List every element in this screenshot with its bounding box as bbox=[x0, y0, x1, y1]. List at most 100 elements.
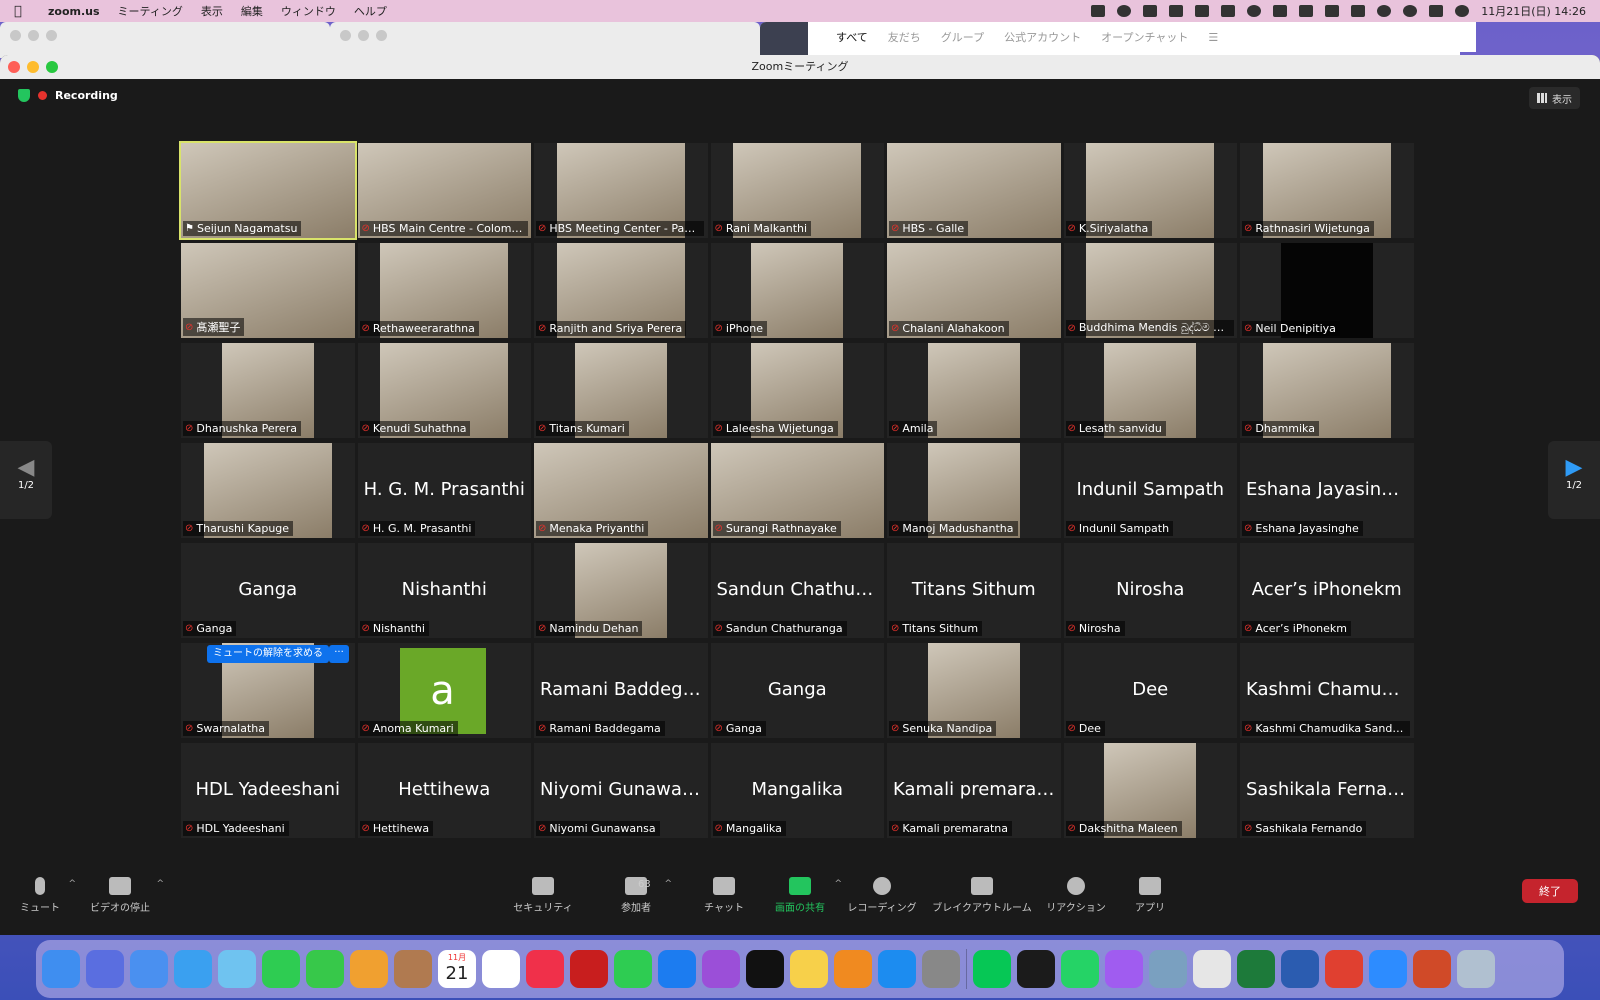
previous-page-button[interactable]: ◀ 1/2 bbox=[0, 441, 52, 519]
menu-view[interactable]: 表示 bbox=[201, 3, 223, 19]
dock-app-icon[interactable] bbox=[1017, 950, 1055, 988]
participant-tile[interactable]: Dee ⊘ Dee bbox=[1063, 643, 1237, 738]
participant-tile[interactable]: ⊘ HBS Meeting Center - Padu... bbox=[534, 143, 708, 238]
menu-window[interactable]: ウィンドウ bbox=[281, 3, 336, 19]
participant-tile[interactable]: ⊘ Rani Malkanthi bbox=[710, 143, 884, 238]
participant-tile[interactable]: Titans Sithum ⊘ Titans Sithum bbox=[887, 543, 1061, 638]
participant-tile[interactable]: ⊘ Kenudi Suhathna bbox=[357, 343, 531, 438]
siri-icon[interactable] bbox=[1455, 5, 1470, 17]
participant-tile[interactable]: ⊘ Laleesha Wijetunga bbox=[710, 343, 884, 438]
dock-app-icon[interactable] bbox=[1281, 950, 1319, 988]
dock-app-icon[interactable] bbox=[394, 950, 432, 988]
participant-tile[interactable]: Ganga ⊘ Ganga bbox=[181, 543, 355, 638]
battery-icon[interactable] bbox=[1325, 5, 1340, 17]
menu-meeting[interactable]: ミーティング bbox=[118, 3, 183, 19]
spotlight-search-icon[interactable] bbox=[1403, 5, 1418, 17]
participant-tile[interactable]: H. G. M. Prasanthi ⊘ H. G. M. Prasanthi bbox=[357, 443, 531, 538]
participants-button[interactable]: 参加者 63 ^ bbox=[614, 877, 672, 914]
screen-share-status-icon[interactable] bbox=[1143, 5, 1158, 17]
participant-tile[interactable]: Indunil Sampath ⊘ Indunil Sampath bbox=[1063, 443, 1237, 538]
participant-tile[interactable]: ⊘ K.Siriyalatha bbox=[1063, 143, 1237, 238]
dock-app-icon[interactable] bbox=[42, 950, 80, 988]
participant-tile[interactable]: Mangalika ⊘ Mangalika bbox=[710, 743, 884, 838]
play-icon[interactable] bbox=[1247, 5, 1262, 17]
dock-app-icon[interactable] bbox=[658, 950, 696, 988]
dock-app-icon[interactable] bbox=[570, 950, 608, 988]
apple-menu-icon[interactable]:  bbox=[14, 4, 34, 19]
dock-app-icon[interactable] bbox=[306, 950, 344, 988]
dock-app-icon[interactable] bbox=[790, 950, 828, 988]
time-machine-icon[interactable] bbox=[1377, 5, 1392, 17]
line-filter-icon[interactable]: ☰ bbox=[1208, 31, 1218, 44]
participant-tile[interactable]: HDL Yadeeshani ⊘ HDL Yadeeshani bbox=[181, 743, 355, 838]
screenshot-tool-icon[interactable] bbox=[1221, 5, 1236, 17]
menu-help[interactable]: ヘルプ bbox=[354, 3, 387, 19]
participant-tile[interactable]: Ganga ⊘ Ganga bbox=[710, 643, 884, 738]
participant-tile[interactable]: ⊘ Lesath sanvidu bbox=[1063, 343, 1237, 438]
dock-app-icon[interactable] bbox=[1413, 950, 1451, 988]
participant-tile[interactable]: Acer’s iPhonekm ⊘ Acer’s iPhonekm bbox=[1240, 543, 1414, 638]
apps-button[interactable]: アプリ bbox=[1132, 877, 1168, 914]
view-button[interactable]: 表示 bbox=[1529, 87, 1580, 109]
share-screen-button[interactable]: 画面の共有 ^ bbox=[772, 877, 842, 914]
participant-tile[interactable]: ⊘ Manoj Madushantha bbox=[887, 443, 1061, 538]
participant-tile[interactable]: Kashmi Chamudik... ⊘ Kashmi Chamudika Sand… bbox=[1240, 643, 1414, 738]
dock-app-icon[interactable] bbox=[878, 950, 916, 988]
menubar-clock[interactable]: 11月21日(日) 14:26 bbox=[1481, 3, 1586, 19]
encryption-shield-icon[interactable] bbox=[18, 89, 30, 102]
chat-button[interactable]: チャット bbox=[702, 877, 746, 914]
dock-app-icon[interactable] bbox=[174, 950, 212, 988]
chevron-up-icon[interactable]: ^ bbox=[68, 879, 76, 889]
chevron-up-icon[interactable]: ^ bbox=[156, 879, 164, 889]
participant-tile[interactable]: ⊘ 髙瀬聖子 bbox=[181, 243, 355, 338]
dock-app-icon[interactable] bbox=[1061, 950, 1099, 988]
mute-button[interactable]: ミュート ^ bbox=[18, 877, 76, 914]
dock-app-icon[interactable] bbox=[262, 950, 300, 988]
participant-tile[interactable]: Kamali premaratna ⊘ Kamali premaratna bbox=[887, 743, 1061, 838]
vpn-icon[interactable] bbox=[1169, 5, 1184, 17]
participant-tile[interactable]: ⊘ Amila bbox=[887, 343, 1061, 438]
participant-tile[interactable]: ⊘ HBS - Galle bbox=[887, 143, 1061, 238]
chevron-up-icon[interactable]: ^ bbox=[664, 879, 672, 889]
more-options-button[interactable]: ··· bbox=[329, 645, 349, 663]
dock-app-icon[interactable] bbox=[350, 950, 388, 988]
dock-app-icon[interactable] bbox=[526, 950, 564, 988]
dock-app-icon[interactable] bbox=[1149, 950, 1187, 988]
participant-tile[interactable]: ミュートの解除を求める ··· ⊘ Swarnalatha bbox=[181, 643, 355, 738]
participant-tile[interactable]: ⊘ Ranjith and Sriya Perera bbox=[534, 243, 708, 338]
breakout-rooms-button[interactable]: ブレイクアウトルーム bbox=[932, 877, 1032, 914]
participant-tile[interactable]: ⊘ Namindu Dehan bbox=[534, 543, 708, 638]
recording-button[interactable]: レコーディング bbox=[846, 877, 918, 914]
line-tab-groups[interactable]: グループ bbox=[941, 29, 984, 45]
dock-app-icon[interactable] bbox=[218, 950, 256, 988]
stop-video-button[interactable]: ビデオの停止 ^ bbox=[90, 877, 164, 914]
dock-app-icon[interactable] bbox=[86, 950, 124, 988]
participant-tile[interactable]: ⊘ Chalani Alahakoon bbox=[887, 243, 1061, 338]
zoom-title-bar[interactable]: Zoomミーティング bbox=[0, 55, 1600, 79]
reactions-button[interactable]: リアクション bbox=[1046, 877, 1106, 914]
close-window-icon[interactable] bbox=[8, 61, 20, 73]
creative-cloud-icon[interactable] bbox=[1117, 5, 1132, 17]
participant-tile[interactable]: Ramani Baddega... ⊘ Ramani Baddegama bbox=[534, 643, 708, 738]
dock-app-icon[interactable] bbox=[922, 950, 960, 988]
participant-tile[interactable]: Eshana Jayasinghe ⊘ Eshana Jayasinghe bbox=[1240, 443, 1414, 538]
menu-app-name[interactable]: zoom.us bbox=[48, 5, 100, 18]
participant-tile[interactable]: ⊘ Menaka Priyanthi bbox=[534, 443, 708, 538]
next-page-button[interactable]: ▶ 1/2 bbox=[1548, 441, 1600, 519]
participant-tile[interactable]: ⊘ Titans Kumari bbox=[534, 343, 708, 438]
minimize-window-icon[interactable] bbox=[27, 61, 39, 73]
participant-tile[interactable]: ⊘ HBS Main Centre - Colombo bbox=[357, 143, 531, 238]
participant-tile[interactable]: ⊘ Buddhima Mendis බුද්ධිම මෙ... bbox=[1063, 243, 1237, 338]
security-button[interactable]: セキュリティ bbox=[510, 877, 576, 914]
participant-tile[interactable]: ⊘ Dhammika bbox=[1240, 343, 1414, 438]
dock-app-icon[interactable] bbox=[1193, 950, 1231, 988]
dock-app-icon[interactable] bbox=[1105, 950, 1143, 988]
dock-app-icon[interactable] bbox=[1369, 950, 1407, 988]
participant-tile[interactable]: Hettihewa ⊘ Hettihewa bbox=[357, 743, 531, 838]
maximize-window-icon[interactable] bbox=[46, 61, 58, 73]
dock-app-icon[interactable] bbox=[1457, 950, 1495, 988]
dock-app-icon[interactable] bbox=[1237, 950, 1275, 988]
participant-tile[interactable]: ⊘ Senuka Nandipa bbox=[887, 643, 1061, 738]
participant-tile[interactable]: ⚑ Seijun Nagamatsu bbox=[179, 141, 357, 240]
dock-app-icon[interactable] bbox=[614, 950, 652, 988]
